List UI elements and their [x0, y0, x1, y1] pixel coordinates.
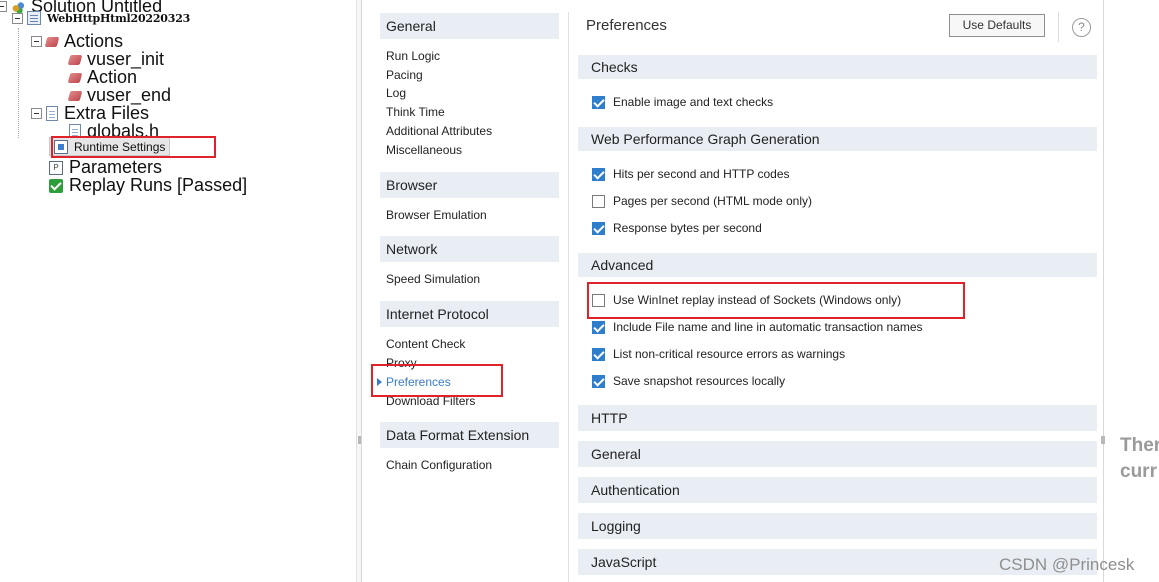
checkbox-unchecked-icon[interactable] [592, 293, 605, 307]
nav-item-proxy[interactable]: Proxy [386, 355, 417, 371]
solution-explorer-tree: Solution Untitled WebHttpHtml20220323 Ac… [0, 0, 356, 582]
nav-group-network[interactable]: Network [380, 236, 559, 262]
collapse-icon[interactable] [31, 36, 42, 47]
use-defaults-button[interactable]: Use Defaults [949, 14, 1045, 37]
section-http[interactable]: HTTP [578, 405, 1097, 431]
nav-item-content-check[interactable]: Content Check [386, 336, 465, 352]
passed-check-icon [49, 178, 63, 193]
option-hits-per-second[interactable]: Hits per second and HTTP codes [592, 167, 790, 181]
option-label: Include File name and line in automatic … [613, 320, 923, 334]
section-checks: Checks [578, 55, 1097, 79]
nav-item-download-filters[interactable]: Download Filters [386, 393, 475, 409]
nav-item-think-time[interactable]: Think Time [386, 104, 445, 120]
runtime-settings-icon [54, 139, 68, 154]
tree-label-replay-runs: Replay Runs [Passed] [69, 175, 248, 195]
runtime-settings-panel: General Run Logic Pacing Log Think Time … [362, 0, 1104, 582]
option-response-bytes[interactable]: Response bytes per second [592, 221, 762, 235]
option-label: List non-critical resource errors as war… [613, 347, 846, 361]
preferences-content: Preferences Use Defaults ? Checks Enable… [578, 0, 1098, 582]
tree-guide-line [18, 28, 19, 138]
section-web-performance: Web Performance Graph Generation [578, 127, 1097, 151]
option-label: Pages per second (HTML mode only) [613, 194, 812, 208]
option-label: Save snapshot resources locally [613, 374, 786, 388]
nav-item-speed-simulation[interactable]: Speed Simulation [386, 271, 480, 287]
right-pane [1105, 0, 1159, 582]
option-label: Hits per second and HTTP codes [613, 167, 790, 181]
option-wininet-replay[interactable]: Use WinInet replay instead of Sockets (W… [592, 293, 901, 307]
extra-files-icon [46, 106, 58, 121]
collapse-icon[interactable] [31, 108, 42, 119]
action-icon [67, 72, 83, 83]
action-icon [67, 54, 83, 65]
settings-nav: General Run Logic Pacing Log Think Time … [362, 0, 568, 582]
nav-item-additional-attributes[interactable]: Additional Attributes [386, 123, 492, 139]
nav-group-data-format-extension[interactable]: Data Format Extension [380, 422, 559, 448]
section-authentication[interactable]: Authentication [578, 477, 1097, 503]
section-advanced: Advanced [578, 253, 1097, 277]
checkbox-checked-icon[interactable] [592, 95, 605, 109]
tree-node-script[interactable]: WebHttpHtml20220323 [12, 11, 190, 25]
section-logging[interactable]: Logging [578, 513, 1097, 539]
option-label: Enable image and text checks [613, 95, 774, 109]
checkbox-unchecked-icon[interactable] [592, 194, 605, 208]
section-general[interactable]: General [578, 441, 1097, 467]
option-include-file-name[interactable]: Include File name and line in automatic … [592, 320, 923, 334]
page-title: Preferences [586, 17, 667, 34]
right-splitter-grip-icon[interactable] [1101, 436, 1105, 444]
checkbox-checked-icon[interactable] [592, 347, 605, 361]
option-label: Response bytes per second [613, 221, 762, 235]
nav-divider [568, 12, 569, 582]
tree-node-runtime-settings[interactable]: Runtime Settings [49, 137, 171, 156]
checkbox-checked-icon[interactable] [592, 221, 605, 235]
splitter-grip-icon[interactable] [358, 436, 361, 444]
tree-label-script: WebHttpHtml20220323 [47, 11, 191, 25]
nav-item-miscellaneous[interactable]: Miscellaneous [386, 142, 462, 158]
option-save-snapshot[interactable]: Save snapshot resources locally [592, 374, 785, 388]
active-arrow-icon [377, 378, 382, 386]
help-icon[interactable]: ? [1072, 18, 1091, 37]
action-icon [67, 90, 83, 101]
cutoff-text-line2: curr [1120, 461, 1157, 482]
watermark: CSDN @Princesk [999, 555, 1135, 574]
collapse-icon[interactable] [12, 12, 23, 24]
title-separator [1058, 12, 1059, 42]
actions-folder-icon [44, 36, 60, 47]
option-pages-per-second[interactable]: Pages per second (HTML mode only) [592, 194, 812, 208]
cutoff-text-line1: Ther [1120, 435, 1159, 456]
nav-group-internet-protocol[interactable]: Internet Protocol [380, 301, 559, 327]
option-non-critical-errors[interactable]: List non-critical resource errors as war… [592, 347, 845, 361]
nav-item-run-logic[interactable]: Run Logic [386, 48, 440, 64]
option-label: Use WinInet replay instead of Sockets (W… [613, 293, 902, 307]
checkbox-checked-icon[interactable] [592, 320, 605, 334]
parameters-icon: P [49, 160, 63, 175]
option-image-text-checks[interactable]: Enable image and text checks [592, 95, 773, 109]
tree-node-replay-runs[interactable]: Replay Runs [Passed] [49, 175, 247, 196]
script-icon [27, 11, 41, 25]
nav-item-pacing[interactable]: Pacing [386, 67, 423, 83]
nav-item-log[interactable]: Log [386, 85, 406, 101]
nav-item-chain-configuration[interactable]: Chain Configuration [386, 457, 492, 473]
tree-label-runtime-settings: Runtime Settings [74, 139, 166, 154]
nav-item-preferences[interactable]: Preferences [386, 374, 451, 390]
nav-group-general[interactable]: General [380, 13, 559, 39]
collapse-icon[interactable] [0, 1, 7, 12]
checkbox-checked-icon[interactable] [592, 374, 605, 388]
checkbox-checked-icon[interactable] [592, 167, 605, 181]
nav-group-browser[interactable]: Browser [380, 172, 559, 198]
nav-item-browser-emulation[interactable]: Browser Emulation [386, 207, 487, 223]
